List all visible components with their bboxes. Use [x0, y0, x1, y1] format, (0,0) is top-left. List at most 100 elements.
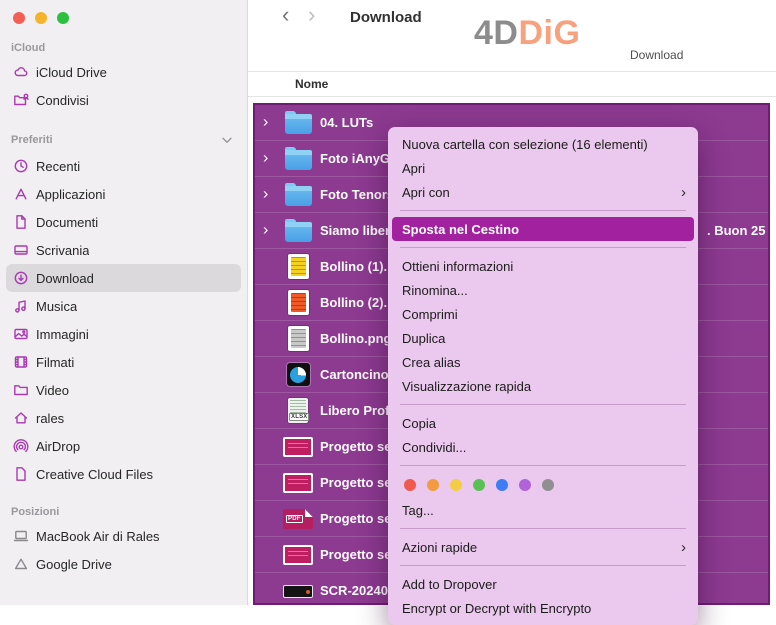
menu-item-copia[interactable]: Copia	[388, 411, 698, 435]
disclosure-chevron-icon[interactable]: ›	[263, 221, 268, 239]
back-icon[interactable]: ‹	[282, 2, 289, 28]
sidebar-item-scrivania[interactable]: Scrivania	[6, 236, 241, 264]
laptop-icon	[12, 528, 29, 545]
sidebar-item-musica[interactable]: Musica	[6, 292, 241, 320]
tag-color-dot[interactable]	[473, 479, 485, 491]
sidebar-item-label: Musica	[36, 299, 77, 314]
sticker-white-icon	[281, 326, 315, 351]
folder-icon	[12, 382, 29, 399]
finder-toolbar: ‹ › Download 4DDiG Download	[248, 0, 776, 71]
sidebar-item-label: Google Drive	[36, 557, 112, 572]
menu-item-azioni-rapide[interactable]: Azioni rapide›	[388, 535, 698, 559]
menu-item-tag[interactable]: Tag...	[388, 498, 698, 522]
sidebar-item-rales[interactable]: rales	[6, 404, 241, 432]
menu-item-label: Rinomina...	[402, 283, 468, 298]
thumb-pink-icon	[281, 473, 315, 493]
folder-blue-icon	[281, 112, 315, 134]
file-name: Bollino (1).p	[320, 259, 395, 274]
xlsx-glyph: XLSX	[288, 398, 308, 423]
sidebar-item-label: Applicazioni	[36, 187, 105, 202]
menu-item-nuova-cartella-con-selezione-16-elementi[interactable]: Nuova cartella con selezione (16 element…	[388, 132, 698, 156]
minimize-button[interactable]	[35, 12, 47, 24]
menu-item-comprimi[interactable]: Comprimi	[388, 302, 698, 326]
close-button[interactable]	[13, 12, 25, 24]
menu-item-label: Visualizzazione rapida	[402, 379, 531, 394]
chevron-down-icon[interactable]	[219, 132, 235, 148]
menu-item-label: Duplica	[402, 331, 445, 346]
menu-item-label: Encrypt or Decrypt with Encrypto	[402, 601, 591, 616]
menu-item-sposta-nel-cestino[interactable]: Sposta nel Cestino	[392, 217, 694, 241]
file-name: Progetto se	[320, 547, 392, 562]
tag-color-dot[interactable]	[427, 479, 439, 491]
sidebar-item-video[interactable]: Video	[6, 376, 241, 404]
menu-item-encrypt-or-decrypt-with-encrypto[interactable]: Encrypt or Decrypt with Encrypto	[388, 596, 698, 620]
sidebar-item-filmati[interactable]: Filmati	[6, 348, 241, 376]
menu-item-label: Comprimi	[402, 307, 458, 322]
sidebar-item-download[interactable]: Download	[6, 264, 241, 292]
column-header-row: Nome	[248, 71, 776, 97]
main-content: ‹ › Download 4DDiG Download Nome ›04. LU…	[248, 0, 776, 605]
menu-item-label: Tag...	[402, 503, 434, 518]
sidebar-item-documenti[interactable]: Documenti	[6, 208, 241, 236]
sidebar-item-condivisi[interactable]: Condivisi	[6, 86, 241, 114]
tag-color-dot[interactable]	[450, 479, 462, 491]
sidebar-item-creative-cloud-files[interactable]: Creative Cloud Files	[6, 460, 241, 488]
sidebar-item-recenti[interactable]: Recenti	[6, 152, 241, 180]
menu-item-apri[interactable]: Apri	[388, 156, 698, 180]
menu-item-duplica[interactable]: Duplica	[388, 326, 698, 350]
sidebar-item-label: Scrivania	[36, 243, 89, 258]
logo-part-gray: 4D	[474, 14, 518, 52]
sidebar-item-immagini[interactable]: Immagini	[6, 320, 241, 348]
watermark-logo: 4DDiG	[474, 14, 580, 53]
menu-item-ottieni-informazioni[interactable]: Ottieni informazioni	[388, 254, 698, 278]
sidebar-item-label: Immagini	[36, 327, 89, 342]
menu-item-label: Apri con	[402, 185, 450, 200]
zoom-button[interactable]	[57, 12, 69, 24]
photos-icon	[12, 326, 29, 343]
file-name: Libero Profe	[320, 403, 397, 418]
menu-item-label: Apri	[402, 161, 425, 176]
file-name: Bollino (2).p	[320, 295, 395, 310]
column-header-name[interactable]: Nome	[295, 77, 328, 91]
context-menu: Nuova cartella con selezione (16 element…	[388, 127, 698, 625]
tag-color-row	[388, 472, 698, 498]
section-header-label: iCloud	[11, 42, 45, 54]
menu-item-apri-con[interactable]: Apri con ›	[388, 180, 698, 204]
menu-item-label: Sposta nel Cestino	[402, 222, 519, 237]
tag-color-dot[interactable]	[519, 479, 531, 491]
disclosure-chevron-icon[interactable]: ›	[263, 185, 268, 203]
section-header-label: Posizioni	[11, 506, 59, 518]
menu-item-crea-alias[interactable]: Crea alias	[388, 350, 698, 374]
pdf-badge: PDF	[286, 515, 303, 523]
sidebar-sections: iCloud iCloud Drive Condivisi Preferiti Rece…	[0, 24, 247, 578]
tag-color-dot[interactable]	[542, 479, 554, 491]
submenu-chevron-icon: ›	[681, 185, 686, 200]
file-name: Cartoncino.	[320, 367, 392, 382]
menu-item-label: Condividi...	[402, 440, 466, 455]
sidebar-item-label: Download	[36, 271, 94, 286]
menu-item-visualizzazione-rapida[interactable]: Visualizzazione rapida	[388, 374, 698, 398]
menu-item-label: Ottieni informazioni	[402, 259, 513, 274]
section-header-label: Preferiti	[11, 134, 53, 146]
forward-icon[interactable]: ›	[308, 2, 315, 28]
menu-item-condividi[interactable]: Condividi...	[388, 435, 698, 459]
disclosure-chevron-icon[interactable]: ›	[263, 113, 268, 131]
disclosure-chevron-icon[interactable]: ›	[263, 149, 268, 167]
sidebar-item-applicazioni[interactable]: Applicazioni	[6, 180, 241, 208]
folder-blue-glyph	[285, 186, 312, 206]
sidebar-item-macbook-air-di-rales[interactable]: MacBook Air di Rales	[6, 522, 241, 550]
sidebar-section-header-preferiti: Preferiti	[0, 124, 247, 152]
sidebar-item-label: iCloud Drive	[36, 65, 107, 80]
pie-dark-glyph	[287, 363, 310, 386]
cloud-icon	[12, 64, 29, 81]
tag-color-dot[interactable]	[404, 479, 416, 491]
logo-part-orange: DiG	[518, 14, 580, 52]
tag-color-dot[interactable]	[496, 479, 508, 491]
watermark-caption: Download	[630, 48, 683, 62]
file-name: Progetto se	[320, 511, 392, 526]
sidebar-item-google-drive[interactable]: Google Drive	[6, 550, 241, 578]
sidebar-item-airdrop[interactable]: AirDrop	[6, 432, 241, 460]
sidebar-item-icloud-drive[interactable]: iCloud Drive	[6, 58, 241, 86]
menu-item-add-to-dropover[interactable]: Add to Dropover	[388, 572, 698, 596]
menu-item-rinomina[interactable]: Rinomina...	[388, 278, 698, 302]
